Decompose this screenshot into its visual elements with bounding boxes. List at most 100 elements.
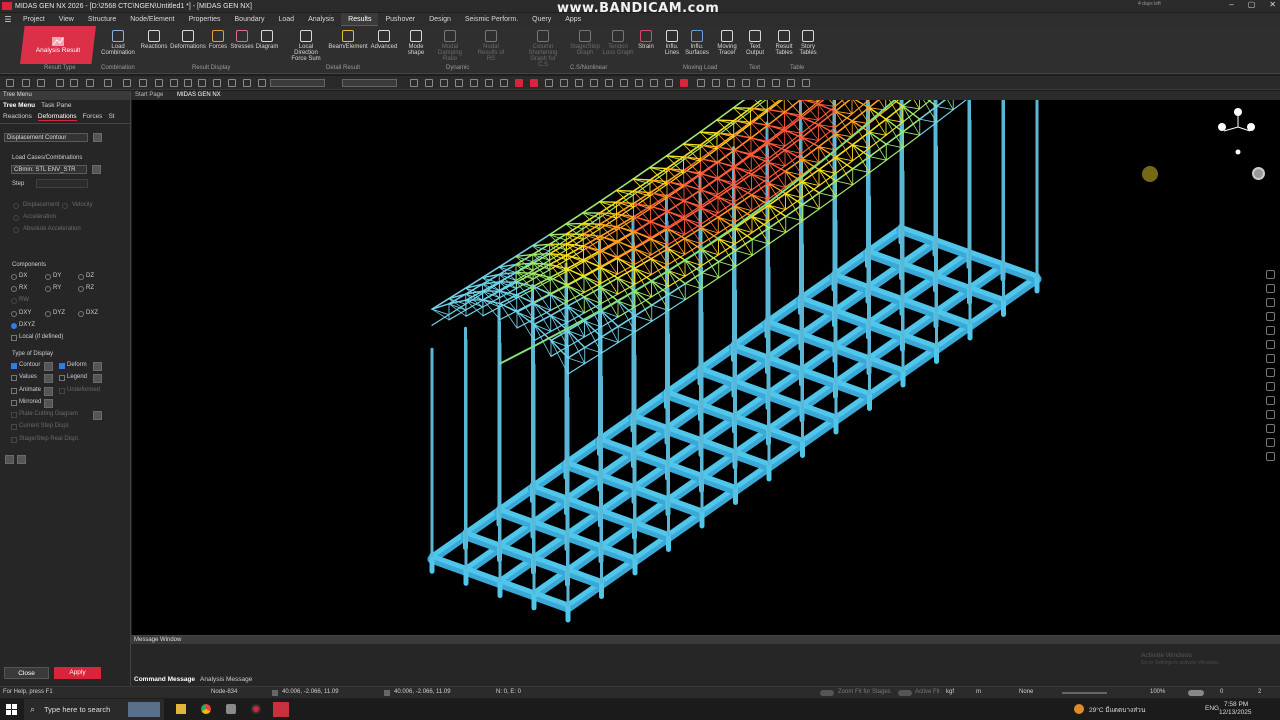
view-tool-icon[interactable] [1266,312,1275,321]
toolbar-tool-icon[interactable] [440,79,448,87]
toolbar-tool-icon[interactable] [6,79,14,87]
tab-analysis-message[interactable]: Analysis Message [200,676,252,683]
clock-time[interactable]: 7:58 PM [1224,701,1248,708]
chrome-icon[interactable] [201,704,211,714]
toolbar-tool-icon[interactable] [802,79,810,87]
display-type-options-button[interactable] [44,374,53,383]
toolbar-tool-icon[interactable] [605,79,613,87]
app-menu-icon[interactable]: ☰ [0,15,16,24]
menu-item-structure[interactable]: Structure [81,13,123,26]
subtab-stresses[interactable]: St [108,113,114,121]
nodal-results-button[interactable]: Nodal Results of RS [473,30,509,62]
view-tool-icon[interactable] [1266,326,1275,335]
toolbar-tool-icon[interactable] [410,79,418,87]
component-radio[interactable] [78,311,84,317]
menu-item-view[interactable]: View [52,13,81,26]
view-tool-icon[interactable] [1266,424,1275,433]
midas-taskbar-icon[interactable] [273,702,289,717]
toolbar-tool-icon[interactable] [425,79,433,87]
display-type-checkbox[interactable] [11,388,17,394]
toolbar-tool-icon[interactable] [123,79,131,87]
clock-date[interactable]: 12/13/2025 [1219,709,1252,716]
file-explorer-icon[interactable] [176,704,186,714]
display-type-options-button[interactable] [93,362,102,371]
display-mode-select[interactable]: Displacement Contour [4,133,88,142]
step-select[interactable] [36,179,88,188]
toolbar-select[interactable] [270,79,325,87]
toolbar-tool-icon[interactable] [545,79,553,87]
view-tool-icon[interactable] [1266,368,1275,377]
language-indicator[interactable]: ENG [1205,705,1219,712]
tab-model[interactable]: MIDAS GEN NX [177,92,221,98]
component-radio[interactable] [11,274,17,280]
display-type-checkbox[interactable] [59,363,65,369]
menu-item-pushover[interactable]: Pushover [378,13,422,26]
toolbar-tool-icon[interactable] [560,79,568,87]
toolbar-tool-icon[interactable] [37,79,45,87]
local-checkbox[interactable] [11,335,17,341]
menu-item-apps[interactable]: Apps [558,13,588,26]
menu-item-design[interactable]: Design [422,13,458,26]
display-type-checkbox[interactable] [59,388,65,394]
display-type-options-button[interactable] [44,387,53,396]
toolbar-tool-icon[interactable] [22,79,30,87]
toolbar-tool-icon[interactable] [742,79,750,87]
display-type-options-button[interactable] [44,362,53,371]
disp-option-radio[interactable] [13,215,19,221]
disp-option-radio[interactable] [13,227,19,233]
menu-item-properties[interactable]: Properties [182,13,228,26]
tab-start-page[interactable]: Start Page [135,92,163,98]
analysis-result-button[interactable]: Analysis Result [20,26,96,64]
view-tool-icon[interactable] [1266,340,1275,349]
view-tool-icon[interactable] [1266,298,1275,307]
force-unit-select[interactable]: kgf [946,689,954,695]
component-radio[interactable] [11,286,17,292]
toolbar-tool-icon[interactable] [665,79,673,87]
load-case-select[interactable]: CBmin: STL ENV_STR [11,165,87,174]
toolbar-tool-icon[interactable] [56,79,64,87]
toolbar-tool-icon[interactable] [697,79,705,87]
view-tool-icon[interactable] [1266,354,1275,363]
display-type-options-button[interactable] [93,374,102,383]
component-radio[interactable] [11,298,17,304]
taskbar-search-box[interactable]: ⌕ Type here to search [24,699,164,720]
display-type-checkbox[interactable] [11,400,17,406]
toolbar-tool-icon[interactable] [184,79,192,87]
disp-option-radio[interactable] [13,203,19,209]
menu-item-analysis[interactable]: Analysis [301,13,341,26]
mode-shape-button[interactable]: Mode shape [398,30,434,56]
display-type-checkbox[interactable] [11,424,17,430]
display-type-checkbox[interactable] [11,437,17,443]
toolbar-tool-icon[interactable] [228,79,236,87]
component-radio[interactable] [45,274,51,280]
reactions-button[interactable]: Reactions [136,30,172,50]
app-icon[interactable] [226,704,236,714]
toolbar-tool-icon[interactable] [757,79,765,87]
menu-item-load[interactable]: Load [271,13,301,26]
view-cube-icon[interactable] [1212,105,1262,155]
component-radio[interactable] [45,286,51,292]
view-orbit-icon[interactable] [1252,167,1265,180]
menu-item-results[interactable]: Results [341,13,379,26]
stage-step-button[interactable]: Stage/Step Graph [567,30,603,56]
toolbar-tool-icon[interactable] [620,79,628,87]
toolbar-tool-icon[interactable] [635,79,643,87]
toolbar-tool-icon[interactable] [485,79,493,87]
toolbar-tool-icon[interactable] [650,79,658,87]
active-fit-toggle[interactable] [898,690,912,696]
toolbar-tool-icon[interactable] [243,79,251,87]
toolbar-tool-icon[interactable] [139,79,147,87]
toolbar-tool-icon[interactable] [155,79,163,87]
toolbar-tool-icon[interactable] [70,79,78,87]
toolbar-tool-icon[interactable] [530,79,538,87]
model-viewport[interactable] [132,100,1280,635]
toolbar-tool-icon[interactable] [515,79,523,87]
toolbar-tool-icon[interactable] [258,79,266,87]
status-toggle[interactable] [1188,690,1204,696]
toolbar-select[interactable] [342,79,397,87]
display-type-checkbox[interactable] [59,375,65,381]
subtab-reactions[interactable]: Reactions [3,113,32,121]
toolbar-tool-icon[interactable] [712,79,720,87]
close-icon[interactable]: ✕ [1269,0,1276,9]
beam-element-button[interactable]: Beam/Element [328,30,368,50]
